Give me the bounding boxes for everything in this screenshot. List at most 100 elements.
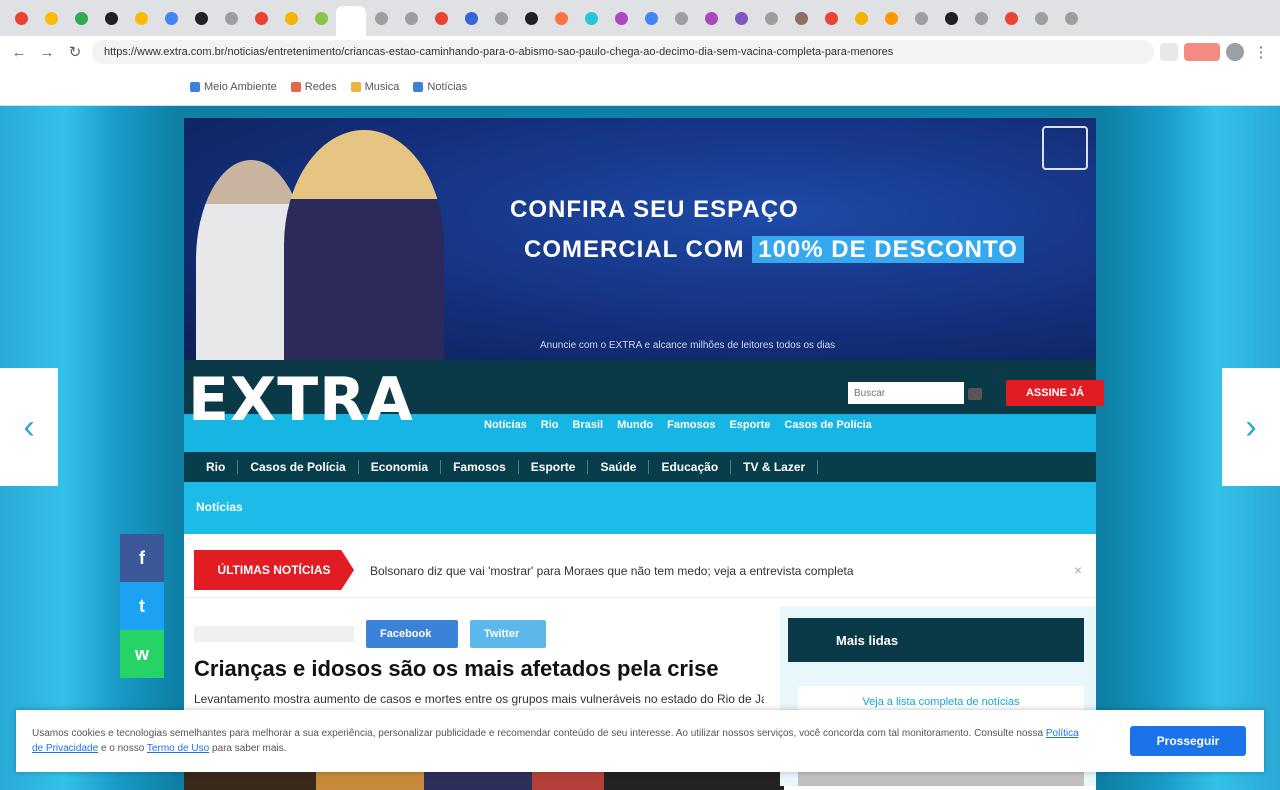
browser-tab[interactable] <box>426 5 456 31</box>
hero-logo-icon <box>1042 126 1088 170</box>
menu-icon[interactable]: ⋮ <box>1250 41 1272 63</box>
extension-icon[interactable] <box>1160 43 1178 61</box>
tab-favicon-icon <box>464 11 478 25</box>
browser-tab[interactable] <box>276 5 306 31</box>
nav-item[interactable]: Rio <box>194 460 239 474</box>
browser-tab[interactable] <box>906 5 936 31</box>
header-sublink[interactable]: Rio <box>541 419 559 431</box>
browser-tab[interactable] <box>366 5 396 31</box>
header-sublink[interactable]: Esporte <box>729 419 770 431</box>
skin-left-arrow-icon[interactable]: ‹ <box>0 368 58 486</box>
tab-favicon-icon <box>1004 11 1018 25</box>
browser-tab[interactable] <box>996 5 1026 31</box>
browser-tab[interactable] <box>6 5 36 31</box>
reload-icon[interactable]: ↻ <box>64 41 86 63</box>
browser-tab[interactable] <box>1026 5 1056 31</box>
browser-tab[interactable] <box>726 5 756 31</box>
browser-tab[interactable] <box>966 5 996 31</box>
browser-tab[interactable] <box>666 5 696 31</box>
cookie-text-middle: e o nosso <box>100 743 145 754</box>
browser-tab[interactable] <box>816 5 846 31</box>
header-sublink[interactable]: Famosos <box>667 419 715 431</box>
tab-favicon-icon <box>974 11 988 25</box>
header-sublinks: Notícias Rio Brasil Mundo Famosos Esporte Caso… <box>484 414 872 436</box>
share-facebook-button[interactable]: Facebook <box>366 620 458 648</box>
cookie-accept-button[interactable]: Prosseguir <box>1130 726 1246 756</box>
tab-favicon-icon <box>674 11 688 25</box>
browser-tab[interactable] <box>306 5 336 31</box>
browser-tab[interactable] <box>636 5 666 31</box>
bookmark-item[interactable]: Musica <box>350 80 400 93</box>
browser-tab[interactable] <box>576 5 606 31</box>
hero-headline: CONFIRA SEU ESPAÇO <box>510 196 799 223</box>
hero-banner[interactable]: CONFIRA SEU ESPAÇO COMERCIAL COM 100% DE… <box>184 118 1096 360</box>
browser-tab[interactable] <box>546 5 576 31</box>
browser-tab[interactable] <box>696 5 726 31</box>
nav-item[interactable]: Economia <box>359 460 442 474</box>
forward-icon[interactable]: → <box>36 41 58 63</box>
bookmarks-bar: Meio Ambiente Redes Musica Notícias <box>0 68 1280 106</box>
nav-item[interactable]: Casos de Polícia <box>238 460 359 474</box>
tab-favicon-icon <box>644 11 658 25</box>
bookmark-label: Musica <box>364 80 400 93</box>
presenter-photo <box>284 130 444 360</box>
bookmark-item[interactable]: Notícias <box>413 81 467 93</box>
hero-footer: Anuncie com o EXTRA e alcance milhões de… <box>540 340 836 351</box>
nav-item[interactable]: Famosos <box>441 460 519 474</box>
browser-tab[interactable] <box>756 5 786 31</box>
bookmark-label: Redes <box>304 80 337 93</box>
profile-icon[interactable] <box>1226 43 1244 61</box>
browser-tab[interactable] <box>216 5 246 31</box>
subscribe-button[interactable]: ASSINE JÁ <box>1006 380 1104 406</box>
header-sublink[interactable]: Casos de Polícia <box>784 419 871 431</box>
back-icon[interactable]: ← <box>8 41 30 63</box>
nav-item[interactable]: TV & Lazer <box>731 460 819 474</box>
address-bar[interactable]: https://www.extra.com.br/noticias/entret… <box>92 40 1154 64</box>
tab-favicon-icon <box>884 11 898 25</box>
cookie-banner: Usamos cookies e tecnologias semelhantes… <box>16 710 1264 772</box>
browser-tab[interactable] <box>606 5 636 31</box>
header-sublink[interactable]: Notícias <box>484 419 527 431</box>
browser-tab[interactable] <box>846 5 876 31</box>
browser-tab[interactable] <box>516 5 546 31</box>
terms-of-use-link[interactable]: Termo de Uso <box>147 743 209 754</box>
bookmark-item[interactable]: Meio Ambiente <box>190 81 277 93</box>
bookmark-icon <box>413 81 424 92</box>
ticker-headline[interactable]: Bolsonaro diz que vai 'mostrar' para Mor… <box>370 564 854 578</box>
facebook-icon[interactable]: f <box>120 534 164 582</box>
browser-tab[interactable] <box>96 5 126 31</box>
browser-tab[interactable] <box>396 5 426 31</box>
nav-item[interactable]: Esporte <box>519 460 589 474</box>
browser-tab[interactable] <box>186 5 216 31</box>
browser-tab[interactable] <box>36 5 66 31</box>
browser-tab[interactable] <box>1056 5 1086 31</box>
browser-tab[interactable] <box>456 5 486 31</box>
browser-tab[interactable] <box>876 5 906 31</box>
close-icon[interactable]: × <box>1074 562 1082 578</box>
bookmark-icon <box>290 81 301 92</box>
browser-tab[interactable] <box>936 5 966 31</box>
extension-icon[interactable] <box>1184 43 1220 61</box>
header-sublink[interactable]: Brasil <box>573 419 604 431</box>
share-twitter-button[interactable]: Twitter <box>470 620 546 648</box>
tab-favicon-icon <box>704 11 718 25</box>
nav-item[interactable]: Educação <box>649 460 732 474</box>
browser-tab[interactable] <box>246 5 276 31</box>
browser-tab[interactable] <box>126 5 156 31</box>
breadcrumb[interactable]: Notícias <box>196 500 243 514</box>
site-logo[interactable]: EXTRA <box>188 370 414 430</box>
search-input[interactable] <box>848 382 964 404</box>
nav-item[interactable]: Saúde <box>588 460 650 474</box>
whatsapp-icon[interactable]: w <box>120 630 164 678</box>
tab-favicon-icon <box>74 11 88 25</box>
header-sublink[interactable]: Mundo <box>617 419 653 431</box>
browser-tab[interactable] <box>336 6 366 36</box>
user-icon[interactable] <box>968 388 982 400</box>
skin-right-arrow-icon[interactable]: › <box>1222 368 1280 486</box>
twitter-icon[interactable]: t <box>120 582 164 630</box>
bookmark-item[interactable]: Redes <box>290 80 337 93</box>
browser-tab[interactable] <box>66 5 96 31</box>
browser-tab[interactable] <box>156 5 186 31</box>
browser-tab[interactable] <box>486 5 516 31</box>
browser-tab[interactable] <box>786 5 816 31</box>
